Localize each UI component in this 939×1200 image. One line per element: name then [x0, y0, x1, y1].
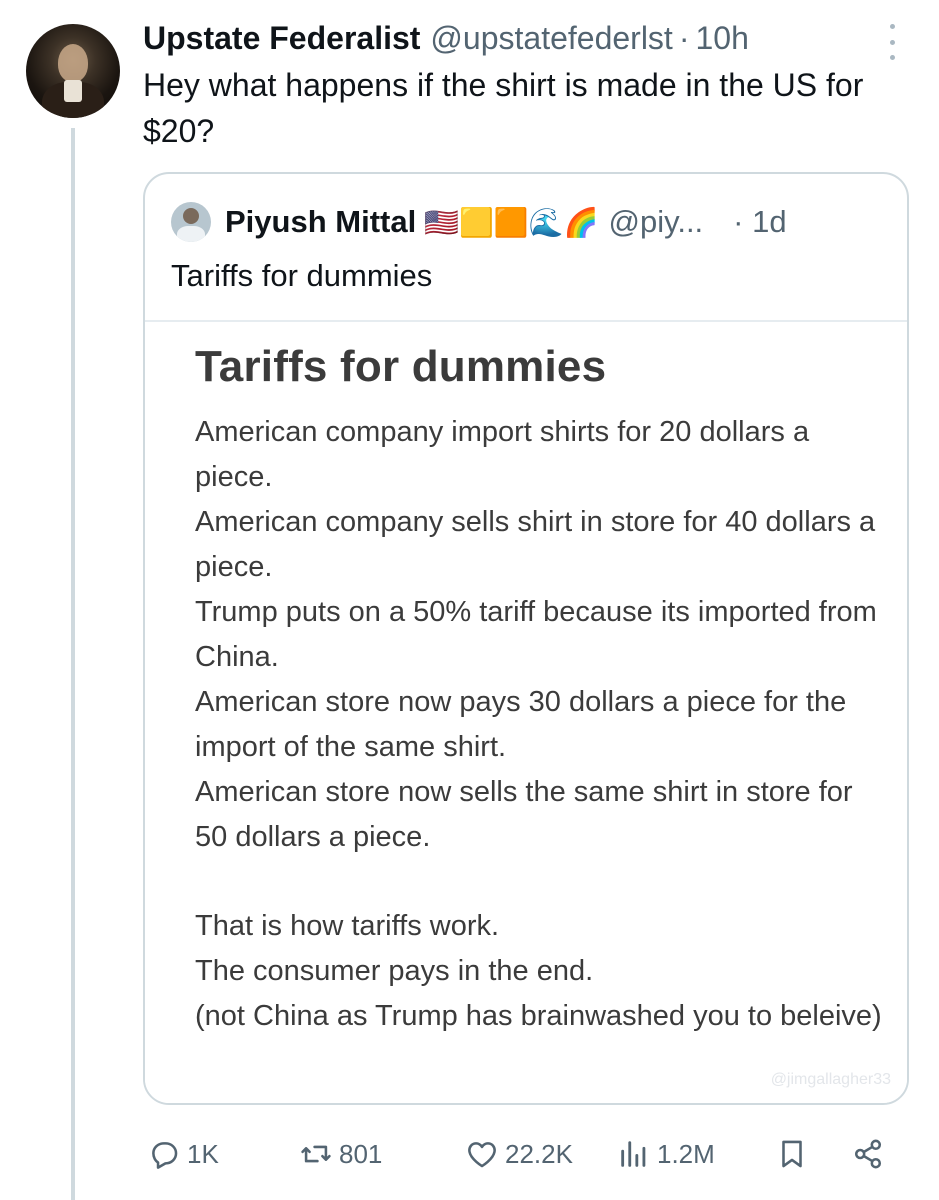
image-line: The consumer pays in the end.: [195, 955, 594, 987]
image-line: American store now pays 30 dollars a pie…: [195, 686, 847, 763]
share-icon: [854, 1139, 882, 1169]
bookmark-button[interactable]: [775, 1132, 809, 1176]
tweet-text: Hey what happens if the shirt is made in…: [143, 67, 864, 149]
repost-button[interactable]: 801: [299, 1132, 382, 1176]
timestamp[interactable]: 10h: [695, 20, 748, 57]
quoted-timestamp[interactable]: · 1d: [733, 204, 786, 240]
like-icon: [468, 1142, 496, 1168]
author-handle[interactable]: @upstatefederlst: [430, 20, 672, 57]
like-count: 22.2K: [505, 1138, 573, 1169]
more-options-icon[interactable]: [880, 24, 904, 60]
author-avatar[interactable]: [26, 24, 120, 118]
quoted-author-handle[interactable]: @piy...: [609, 204, 704, 240]
reply-button[interactable]: 1K: [147, 1132, 219, 1176]
author-name[interactable]: Upstate Federalist: [143, 20, 420, 57]
image-watermark: @jimgallagher33: [770, 1071, 891, 1088]
views-button[interactable]: 1.2M: [617, 1132, 715, 1176]
image-line: (not China as Trump has brainwashed you …: [195, 1000, 882, 1032]
image-line: American company import shirts for 20 do…: [195, 416, 810, 493]
image-body: American company import shirts for 20 do…: [195, 410, 885, 1039]
reply-count: 1K: [187, 1138, 219, 1169]
quoted-media-image[interactable]: Tariffs for dummies American company imp…: [145, 322, 907, 1103]
views-count: 1.2M: [657, 1138, 715, 1169]
bookmark-icon: [782, 1140, 802, 1168]
action-bar: 1K 801 22.2K 1.2M: [143, 1132, 903, 1176]
quoted-tweet[interactable]: Piyush Mittal 🇺🇸🟨🟧🌊🌈 @piy... · 1d Tariff…: [143, 172, 909, 1105]
reply-icon: [152, 1142, 178, 1169]
thread-line: [71, 128, 75, 1200]
share-button[interactable]: [851, 1132, 885, 1176]
quoted-author-avatar[interactable]: [171, 202, 211, 242]
quoted-author-name[interactable]: Piyush Mittal: [225, 204, 416, 240]
like-button[interactable]: 22.2K: [465, 1132, 573, 1176]
image-line: American store now sells the same shirt …: [195, 776, 853, 853]
tweet-header: Upstate Federalist @upstatefederlst · 10…: [143, 16, 749, 60]
image-title: Tariffs for dummies: [195, 342, 607, 391]
quoted-tweet-text: Tariffs for dummies: [171, 258, 433, 293]
repost-icon: [301, 1145, 331, 1163]
image-line: That is how tariffs work.: [195, 910, 500, 942]
quoted-tweet-header: Piyush Mittal 🇺🇸🟨🟧🌊🌈 @piy... · 1d: [171, 202, 787, 242]
image-line: Trump puts on a 50% tariff because its i…: [195, 596, 877, 673]
separator-dot: ·: [678, 19, 690, 56]
quoted-author-emojis: 🇺🇸🟨🟧🌊🌈: [424, 205, 599, 239]
image-line: American company sells shirt in store fo…: [195, 506, 876, 583]
views-icon: [621, 1141, 646, 1167]
repost-count: 801: [339, 1138, 383, 1169]
